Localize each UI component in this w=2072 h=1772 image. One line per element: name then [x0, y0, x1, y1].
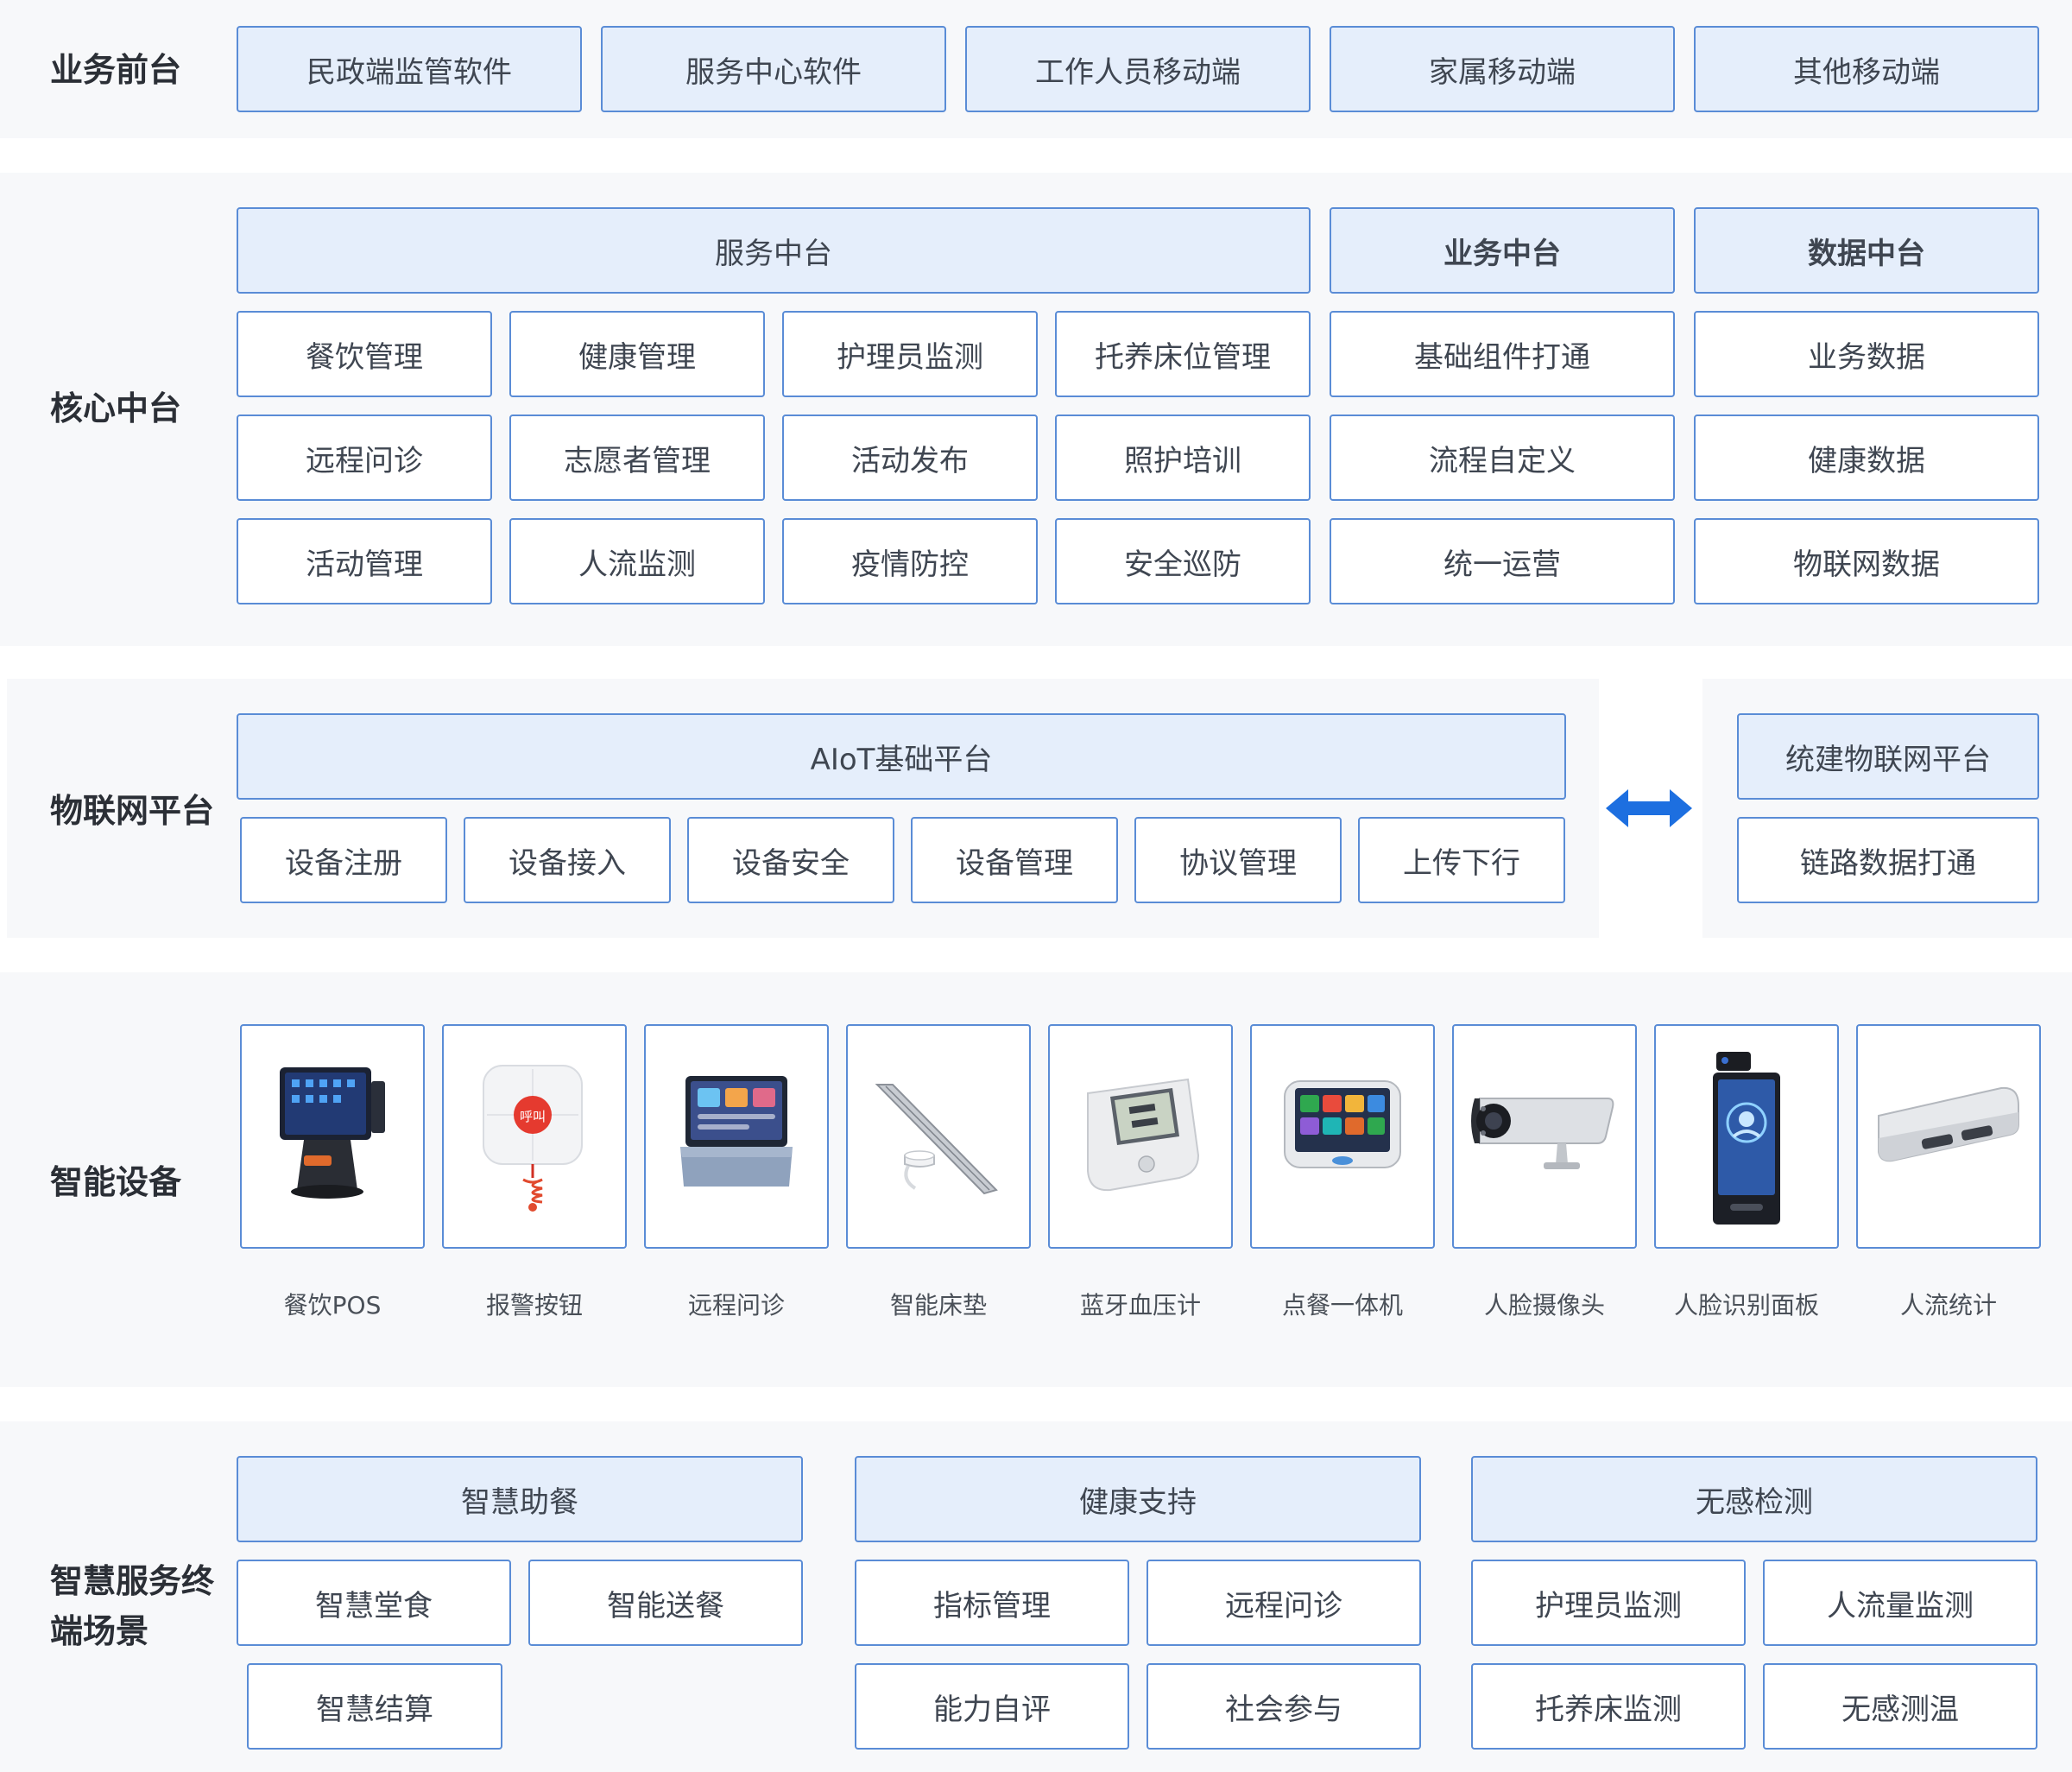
aiot-item[interactable]: 设备安全: [687, 817, 894, 903]
scene-item[interactable]: 能力自评: [855, 1663, 1129, 1750]
frontend-item[interactable]: 其他移动端: [1694, 26, 2039, 112]
alarm-button-icon: 呼叫: [483, 1065, 583, 1212]
alarm-badge-text: 呼叫: [520, 1109, 546, 1124]
scene-item[interactable]: 智慧堂食: [237, 1560, 511, 1646]
service-item[interactable]: 志愿者管理: [509, 415, 765, 501]
scene-group-header[interactable]: 智慧助餐: [237, 1456, 803, 1542]
scene-item[interactable]: 指标管理: [855, 1560, 1129, 1646]
face-camera-icon: [1471, 1098, 1614, 1169]
service-item[interactable]: 远程问诊: [237, 415, 492, 501]
device-caption: 报警按钮: [485, 1291, 583, 1320]
face-panel-icon: [1713, 1052, 1780, 1225]
aiot-item[interactable]: 设备注册: [240, 817, 447, 903]
device-card-consult[interactable]: [644, 1024, 829, 1249]
scenes-label: 智慧服务终 端场景: [50, 1562, 215, 1650]
service-item[interactable]: 疫情防控: [782, 518, 1038, 604]
service-item[interactable]: 人流监测: [509, 518, 765, 604]
service-item[interactable]: 安全巡防: [1055, 518, 1311, 604]
frontend-item[interactable]: 服务中心软件: [601, 26, 946, 112]
aiot-platform-header[interactable]: AIoT基础平台: [237, 713, 1566, 800]
device-caption: 蓝牙血压计: [1079, 1291, 1201, 1320]
scene-group-header[interactable]: 健康支持: [855, 1456, 1421, 1542]
data-item[interactable]: 健康数据: [1694, 415, 2039, 501]
scene-item[interactable]: 智慧结算: [247, 1663, 502, 1750]
device-card-people-counter[interactable]: [1856, 1024, 2041, 1249]
scene-item[interactable]: 无感测温: [1763, 1663, 2037, 1750]
iot-label: 物联网平台: [50, 792, 215, 830]
device-card-face-camera[interactable]: [1452, 1024, 1637, 1249]
device-card-alarm[interactable]: 呼叫: [442, 1024, 627, 1249]
data-center-header[interactable]: 数据中台: [1694, 207, 2039, 294]
device-caption: 人脸摄像头: [1483, 1291, 1605, 1320]
device-caption: 智能床垫: [889, 1291, 987, 1320]
data-item[interactable]: 业务数据: [1694, 311, 2039, 397]
scene-item[interactable]: 社会参与: [1147, 1663, 1421, 1750]
service-item[interactable]: 护理员监测: [782, 311, 1038, 397]
device-caption: 餐饮POS: [283, 1291, 382, 1320]
scene-item[interactable]: 托养床监测: [1471, 1663, 1746, 1750]
service-item[interactable]: 活动发布: [782, 415, 1038, 501]
frontend-item[interactable]: 民政端监管软件: [237, 26, 582, 112]
core-label: 核心中台: [50, 389, 182, 427]
data-item[interactable]: 物联网数据: [1694, 518, 2039, 604]
unified-iot-item[interactable]: 链路数据打通: [1737, 817, 2039, 903]
scene-item[interactable]: 智能送餐: [528, 1560, 803, 1646]
business-item[interactable]: 流程自定义: [1330, 415, 1675, 501]
blood-pressure-meter-icon: [1087, 1078, 1200, 1192]
service-item[interactable]: 餐饮管理: [237, 311, 492, 397]
device-card-face-panel[interactable]: [1654, 1024, 1839, 1249]
service-item[interactable]: 活动管理: [237, 518, 492, 604]
devices-label: 智能设备: [50, 1163, 182, 1201]
device-caption: 人脸识别面板: [1673, 1291, 1819, 1320]
pos-terminal-icon: [280, 1067, 385, 1199]
device-card-mattress[interactable]: [846, 1024, 1031, 1249]
frontend-item[interactable]: 工作人员移动端: [965, 26, 1311, 112]
device-card-pos[interactable]: [240, 1024, 425, 1249]
aiot-item[interactable]: 协议管理: [1134, 817, 1342, 903]
aiot-item[interactable]: 上传下行: [1358, 817, 1565, 903]
business-center-header[interactable]: 业务中台: [1330, 207, 1675, 294]
device-caption: 点餐一体机: [1281, 1291, 1403, 1320]
service-item[interactable]: 托养床位管理: [1055, 311, 1311, 397]
device-caption: 远程问诊: [687, 1291, 785, 1320]
device-caption: 人流统计: [1899, 1291, 1997, 1320]
unified-iot-header[interactable]: 统建物联网平台: [1737, 713, 2039, 800]
mattress-sensor-icon: [875, 1084, 998, 1195]
scene-group-header[interactable]: 无感检测: [1471, 1456, 2037, 1542]
double-arrow-icon: [1606, 789, 1692, 827]
ordering-tablet-icon: [1284, 1080, 1401, 1168]
device-card-blood-pressure[interactable]: [1048, 1024, 1233, 1249]
frontend-label: 业务前台: [50, 51, 182, 89]
business-item[interactable]: 统一运营: [1330, 518, 1675, 604]
service-center-header[interactable]: 服务中台: [237, 207, 1311, 294]
service-item[interactable]: 照护培训: [1055, 415, 1311, 501]
scene-item[interactable]: 人流量监测: [1763, 1560, 2037, 1646]
aiot-item[interactable]: 设备接入: [464, 817, 671, 903]
service-item[interactable]: 健康管理: [509, 311, 765, 397]
business-item[interactable]: 基础组件打通: [1330, 311, 1675, 397]
scene-item[interactable]: 远程问诊: [1147, 1560, 1421, 1646]
consult-screen-icon: [680, 1076, 793, 1187]
scene-item[interactable]: 护理员监测: [1471, 1560, 1746, 1646]
frontend-item[interactable]: 家属移动端: [1330, 26, 1675, 112]
aiot-item[interactable]: 设备管理: [911, 817, 1118, 903]
device-card-ordering[interactable]: [1250, 1024, 1435, 1249]
people-counter-icon: [1878, 1086, 2019, 1162]
